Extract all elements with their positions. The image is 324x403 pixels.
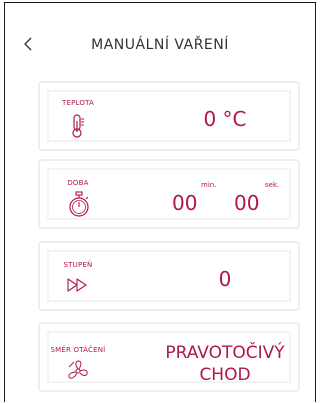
chevron-left-icon xyxy=(24,37,32,51)
thermometer-icon xyxy=(72,114,84,138)
back-button[interactable] xyxy=(22,36,38,56)
direction-label: SMĚR OTÁČENÍ xyxy=(50,346,106,354)
level-label: STUPEŇ xyxy=(63,261,93,269)
fan-icon xyxy=(68,360,88,379)
duration-label: DOBA xyxy=(67,179,89,187)
direction-value-line2: CHOD xyxy=(199,365,251,385)
duration-seconds: 00 xyxy=(234,191,260,215)
temperature-value: 0 °C xyxy=(203,107,247,131)
temperature-label: TEPLOTA xyxy=(61,99,94,107)
header: MANUÁLNÍ VAŘENÍ xyxy=(0,0,324,90)
direction-value-line1: PRAVOTOČIVÝ xyxy=(165,343,285,363)
fast-forward-icon xyxy=(67,278,87,292)
duration-sec-unit: sek. xyxy=(265,181,280,189)
stopwatch-icon xyxy=(69,191,89,217)
duration-minutes: 00 xyxy=(172,191,198,215)
direction-card[interactable]: SMĚR OTÁČENÍ PRAVOTOČIVÝ CHOD xyxy=(38,322,300,392)
level-value: 0 xyxy=(218,267,232,291)
duration-card[interactable]: DOBA 00 min. 00 sek. xyxy=(38,159,300,229)
temperature-card[interactable]: TEPLOTA 0 °C xyxy=(38,81,300,151)
page-title: MANUÁLNÍ VAŘENÍ xyxy=(91,37,229,53)
level-card[interactable]: STUPEŇ 0 xyxy=(38,241,300,311)
duration-min-unit: min. xyxy=(201,181,217,189)
